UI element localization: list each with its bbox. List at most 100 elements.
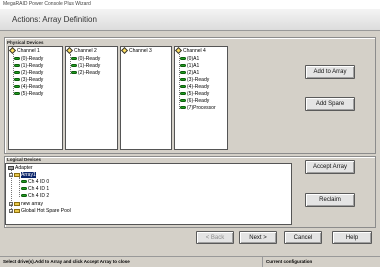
drive-item[interactable]: (3)-Ready	[180, 77, 209, 83]
drive-label: (7)Processor	[187, 105, 216, 111]
status-configuration: Current configuration	[266, 259, 313, 264]
expand-icon[interactable]: +	[9, 208, 13, 213]
drive-icon	[21, 193, 27, 198]
channel-label: Channel 1	[17, 48, 40, 54]
drive-item[interactable]: (5)-Ready	[14, 91, 43, 97]
drive-icon	[71, 63, 77, 68]
drive-item[interactable]: (1)A1	[180, 63, 199, 69]
channel-label: Channel 2	[74, 48, 97, 54]
status-instructions: Select drive(s).Add to Array and click A…	[3, 259, 130, 264]
help-button[interactable]: Help	[332, 231, 372, 244]
drive-label: (3)-Ready	[21, 77, 44, 83]
expand-icon[interactable]: +	[9, 201, 13, 206]
array-icon	[14, 201, 20, 206]
drive-label: (0)-Ready	[78, 56, 101, 62]
array-label: Array1	[21, 172, 36, 178]
drive-item[interactable]: (2)-Ready	[14, 70, 43, 76]
channel-4-node[interactable]: Channel 4	[174, 47, 206, 55]
drive-label: (5)-Ready	[21, 91, 44, 97]
back-button[interactable]: < Back	[196, 231, 234, 244]
collapse-icon[interactable]: −	[9, 172, 13, 177]
member-label: Ch 4 ID 2	[28, 193, 50, 199]
logical-devices-label: Logical Devices	[7, 157, 42, 162]
drive-label: (4)-Ready	[187, 84, 210, 90]
drive-label: (1)A1	[187, 63, 200, 69]
drive-label: (1)-Ready	[21, 63, 44, 69]
drive-item[interactable]: (2)-Ready	[71, 70, 100, 76]
array-member[interactable]: Ch 4 ID 0	[21, 179, 49, 185]
drive-label: (4)-Ready	[21, 84, 44, 90]
drive-icon	[180, 105, 186, 110]
channel-icon	[120, 47, 129, 55]
drive-icon	[180, 84, 186, 89]
drive-icon	[71, 70, 77, 75]
drive-item[interactable]: (3)-Ready	[14, 77, 43, 83]
drive-item[interactable]: (7)Processor	[180, 105, 216, 111]
channel-1-node[interactable]: Channel 1	[8, 47, 40, 55]
drive-label: (0)-Ready	[21, 56, 44, 62]
spare-pool-node[interactable]: + Global Hot Spare Pool	[9, 208, 71, 214]
drive-label: (2)A1	[187, 70, 200, 76]
drive-label: (2)-Ready	[21, 70, 44, 76]
add-to-array-button[interactable]: Add to Array	[305, 65, 355, 79]
array-node[interactable]: − Array1	[9, 172, 36, 178]
drive-item[interactable]: (1)-Ready	[71, 63, 100, 69]
array-member[interactable]: Ch 4 ID 1	[21, 186, 49, 192]
cancel-button[interactable]: Cancel	[284, 231, 322, 244]
drive-label: (5)-Ready	[187, 91, 210, 97]
status-bar: Select drive(s).Add to Array and click A…	[0, 256, 380, 267]
drive-icon	[180, 91, 186, 96]
channel-2-panel[interactable]: Channel 2 (0)-Ready (1)-Ready (2)-Ready	[65, 46, 118, 150]
spare-pool-label: Global Hot Spare Pool	[21, 208, 71, 214]
drive-icon	[14, 56, 20, 61]
drive-icon	[14, 63, 20, 68]
add-spare-button[interactable]: Add Spare	[305, 97, 355, 111]
channel-3-node[interactable]: Channel 3	[120, 47, 152, 55]
channel-label: Channel 4	[183, 48, 206, 54]
drive-label: (3)-Ready	[187, 77, 210, 83]
next-button[interactable]: Next >	[239, 231, 277, 244]
logical-devices-tree[interactable]: Adapter − Array1 Ch 4 ID 0 Ch 4 ID 1 Ch 4…	[5, 163, 292, 225]
member-label: Ch 4 ID 1	[28, 186, 50, 192]
reclaim-button[interactable]: Reclaim	[305, 193, 355, 207]
channel-label: Channel 3	[129, 48, 152, 54]
drive-item[interactable]: (5)-Ready	[180, 91, 209, 97]
channel-2-node[interactable]: Channel 2	[65, 47, 97, 55]
drive-item[interactable]: (0)-Ready	[14, 56, 43, 62]
drive-icon	[14, 84, 20, 89]
adapter-label: Adapter	[15, 165, 33, 171]
physical-devices-label: Physical Devices	[7, 40, 44, 45]
drive-item[interactable]: (1)-Ready	[14, 63, 43, 69]
drive-icon	[21, 179, 27, 184]
channel-1-panel[interactable]: Channel 1 (0)-Ready (1)-Ready (2)-Ready …	[8, 46, 63, 150]
drive-icon	[180, 70, 186, 75]
drive-label: (0)A1	[187, 56, 200, 62]
drive-label: (1)-Ready	[78, 63, 101, 69]
spare-pool-icon	[14, 208, 20, 213]
drive-item[interactable]: (4)-Ready	[180, 84, 209, 90]
window-title: MegaRAID Power Console Plus Wizard	[0, 0, 380, 9]
drive-icon	[71, 56, 77, 61]
drive-item[interactable]: (0)-Ready	[71, 56, 100, 62]
wizard-header: Actions: Array Definition	[0, 9, 380, 31]
array-member[interactable]: Ch 4 ID 2	[21, 193, 49, 199]
drive-item[interactable]: (2)A1	[180, 70, 199, 76]
drive-item[interactable]: (6)-Ready	[180, 98, 209, 104]
drive-label: (6)-Ready	[187, 98, 210, 104]
drive-item[interactable]: (4)-Ready	[14, 84, 43, 90]
member-label: Ch 4 ID 0	[28, 179, 50, 185]
new-array-label: new array	[21, 201, 43, 207]
drive-icon	[180, 98, 186, 103]
drive-item[interactable]: (0)A1	[180, 56, 199, 62]
drive-icon	[14, 77, 20, 82]
new-array-node[interactable]: + new array	[9, 201, 43, 207]
accept-array-button[interactable]: Accept Array	[305, 160, 355, 174]
page-title: Actions: Array Definition	[12, 15, 97, 24]
channel-4-panel[interactable]: Channel 4 (0)A1 (1)A1 (2)A1 (3)-Ready (4…	[174, 46, 228, 150]
drive-icon	[14, 70, 20, 75]
wizard-window: MegaRAID Power Console Plus Wizard Actio…	[0, 0, 380, 267]
channel-3-panel[interactable]: Channel 3	[120, 46, 172, 150]
drive-icon	[180, 63, 186, 68]
drive-icon	[21, 186, 27, 191]
drive-icon	[14, 91, 20, 96]
